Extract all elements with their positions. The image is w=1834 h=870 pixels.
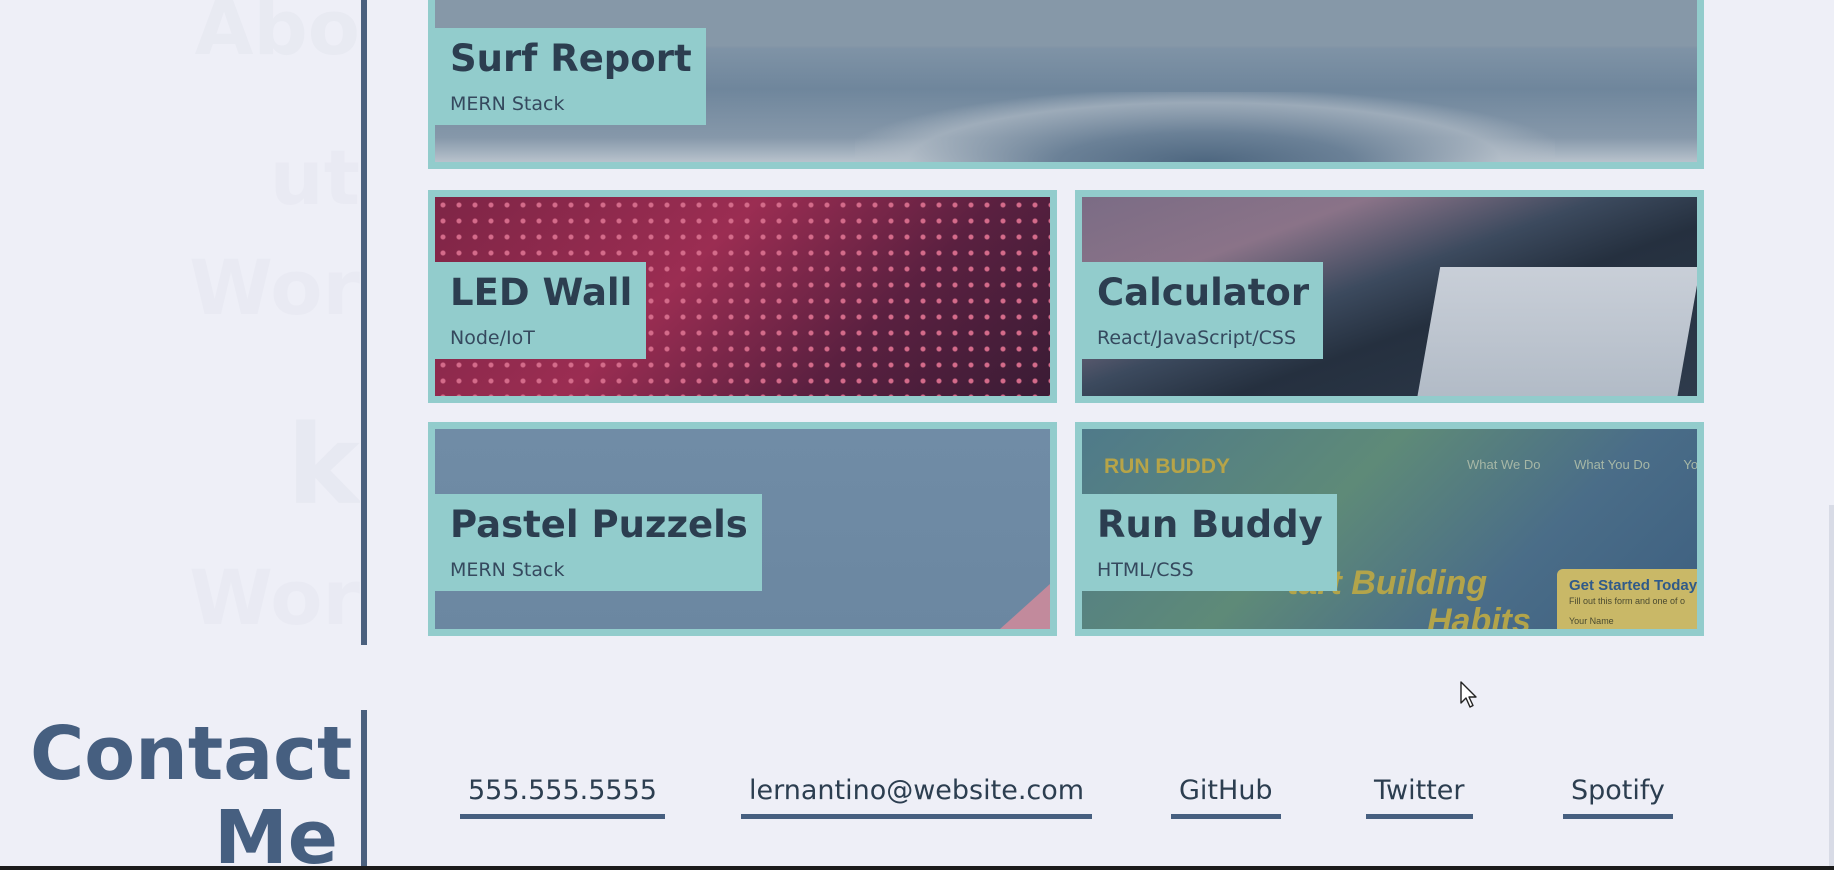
preview-form-field: Your Name (1569, 616, 1614, 626)
project-card-pastel-puzzels[interactable]: Pastel Puzzels MERN Stack (428, 422, 1057, 636)
preview-form: Get Started Today Fill out this form and… (1557, 569, 1698, 629)
contact-heading-line: Contact (30, 711, 353, 797)
preview-nav-item: Yo (1683, 457, 1699, 472)
ghost-word: Wor (189, 553, 360, 642)
project-label: Calculator React/JavaScript/CSS (1082, 262, 1324, 359)
ghost-word: ut (269, 133, 360, 222)
project-card-calculator[interactable]: Calculator React/JavaScript/CSS (1075, 190, 1704, 403)
preview-nav: What We Do What You Do Yo (1467, 457, 1699, 472)
section-divider-contact (361, 710, 367, 870)
contact-link-twitter[interactable]: Twitter (1366, 775, 1473, 819)
preview-form-subtitle: Fill out this form and one of o (1569, 596, 1686, 606)
contact-heading-line: Me (214, 795, 338, 870)
preview-brand: RUN BUDDY (1104, 455, 1230, 478)
project-title: Calculator (1097, 271, 1310, 314)
preview-hero-line: Habits (1427, 602, 1531, 636)
preview-form-title: Get Started Today (1569, 577, 1698, 594)
contact-heading: Contact Me (30, 711, 353, 870)
project-card-led-wall[interactable]: LED Wall Node/IoT (428, 190, 1057, 403)
project-label: LED Wall Node/IoT (435, 262, 647, 359)
project-label: Run Buddy HTML/CSS (1082, 494, 1337, 591)
project-label: Pastel Puzzels MERN Stack (435, 494, 762, 591)
project-stack: React/JavaScript/CSS (1097, 326, 1297, 349)
project-stack: MERN Stack (450, 558, 565, 581)
left-ghost-headings: Abo ut Wor k Wor (0, 0, 360, 700)
project-card-run-buddy[interactable]: RUN BUDDY What We Do What You Do Yo tart… (1075, 422, 1704, 636)
preview-nav-item: What You Do (1574, 457, 1650, 472)
ghost-word: k (286, 401, 360, 529)
project-stack: HTML/CSS (1097, 558, 1194, 581)
project-label: Surf Report MERN Stack (435, 28, 706, 125)
contact-link-email[interactable]: lernantino@website.com (741, 775, 1093, 819)
bottom-edge (0, 866, 1834, 870)
section-divider-work (361, 0, 367, 645)
project-title: LED Wall (450, 271, 633, 314)
ghost-word: Wor (189, 243, 360, 332)
scrollbar[interactable] (1829, 505, 1834, 870)
project-title: Surf Report (450, 37, 692, 80)
contact-link-github[interactable]: GitHub (1171, 775, 1281, 819)
ghost-word: Abo (194, 0, 360, 72)
project-stack: MERN Stack (450, 92, 565, 115)
mouse-pointer-icon (1460, 681, 1477, 708)
project-title: Run Buddy (1097, 503, 1323, 546)
project-card-surf-report[interactable]: Surf Report MERN Stack (428, 0, 1704, 169)
portfolio-page: Abo ut Wor k Wor Surf Report MERN Stack … (0, 0, 1834, 870)
contact-link-spotify[interactable]: Spotify (1563, 775, 1673, 819)
contact-link-phone[interactable]: 555.555.5555 (460, 775, 665, 819)
project-stack: Node/IoT (450, 326, 535, 349)
preview-nav-item: What We Do (1467, 457, 1541, 472)
project-title: Pastel Puzzels (450, 503, 748, 546)
